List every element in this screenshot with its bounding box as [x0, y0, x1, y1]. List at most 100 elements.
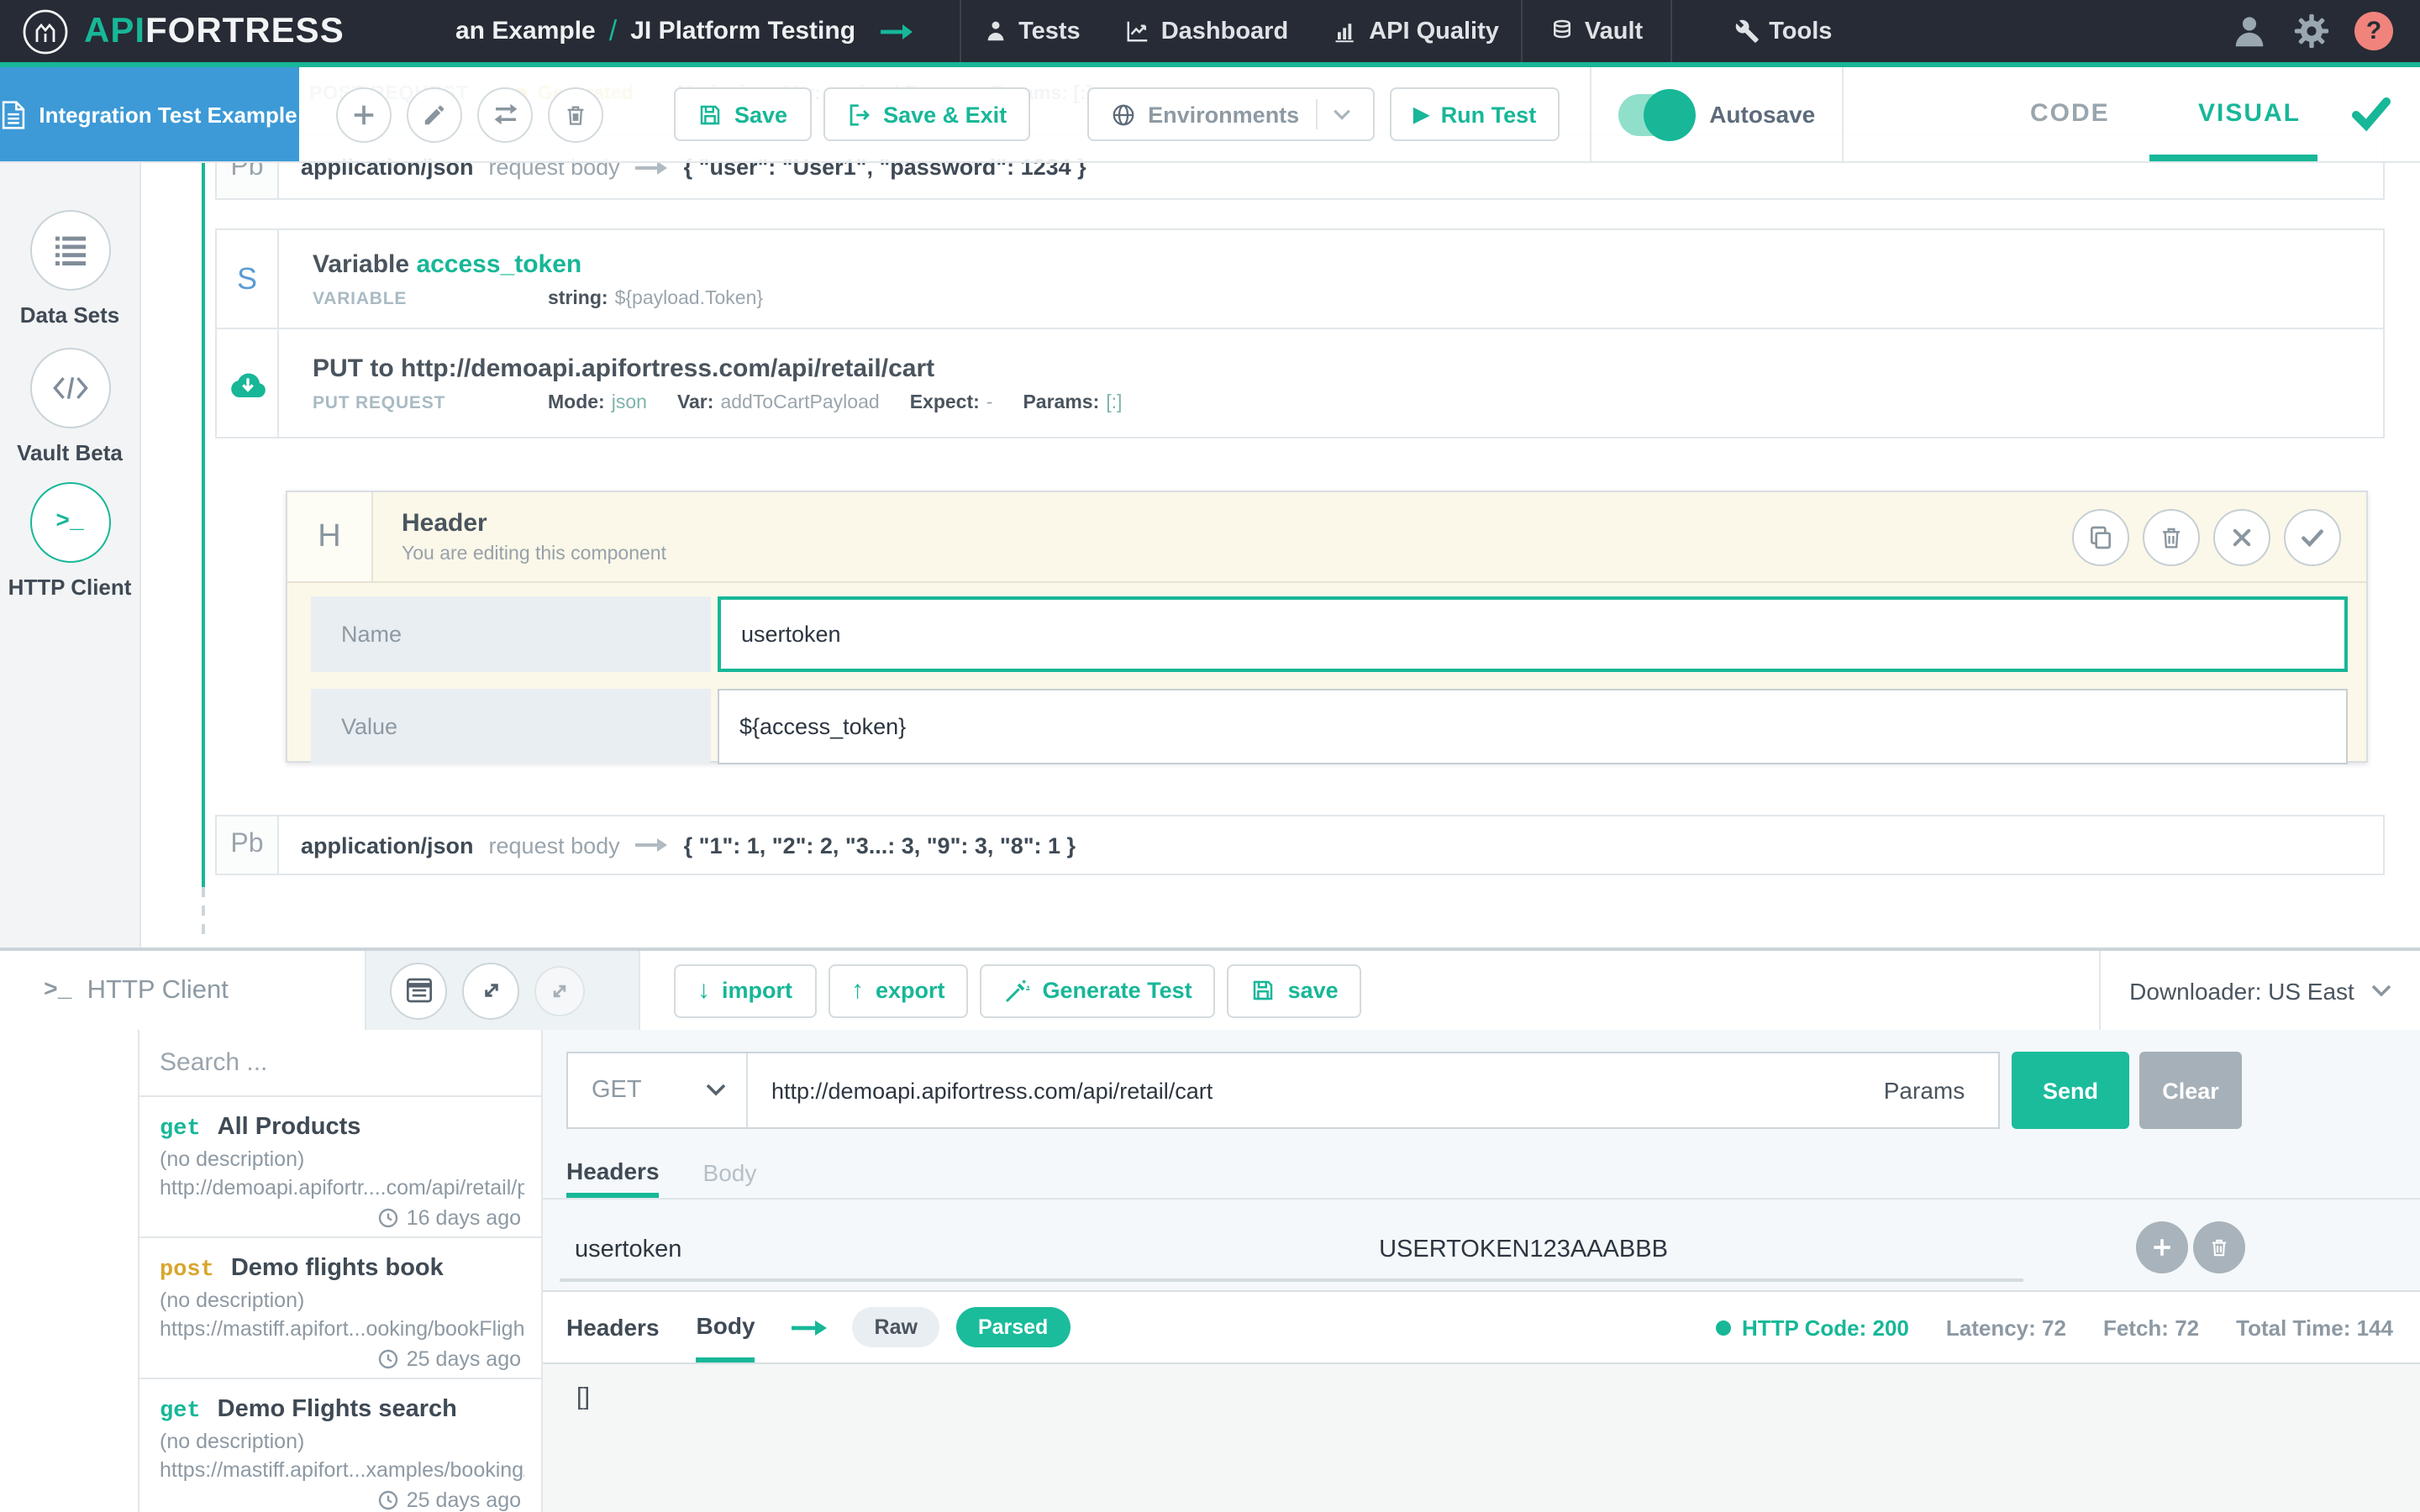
response-json: [] — [576, 1384, 590, 1411]
parsed-view-button[interactable]: Parsed — [956, 1307, 1070, 1347]
confirm-edit-button[interactable] — [2284, 508, 2341, 565]
test-editor-canvas: POST REQUEST Generated Mode: json Var: p… — [139, 161, 2420, 948]
apifortress-logo[interactable]: APIFORTRESS — [0, 8, 378, 55]
environments-dropdown[interactable]: Environments — [1087, 87, 1375, 141]
reorder-components-button[interactable] — [477, 87, 533, 142]
http-client-title: >_ HTTP Client — [0, 951, 366, 1030]
cloud-download-icon — [228, 368, 266, 398]
header-value-field: Value — [311, 689, 2348, 764]
copy-icon — [2087, 523, 2114, 550]
add-component-button[interactable] — [336, 87, 392, 142]
header-badge: H — [287, 492, 373, 581]
edit-test-button[interactable] — [407, 87, 462, 142]
delete-test-button[interactable] — [548, 87, 603, 142]
tab-visual[interactable]: VISUAL — [2198, 67, 2301, 160]
clear-button[interactable]: Clear — [2139, 1052, 2242, 1129]
delete-header-button[interactable] — [2193, 1221, 2245, 1273]
generate-test-button[interactable]: Generate Test — [981, 963, 1216, 1017]
tab-request-headers[interactable]: Headers — [566, 1147, 660, 1198]
history-search-input[interactable] — [139, 1047, 541, 1079]
put-request-component-row[interactable]: PUT to http://demoapi.apifortress.com/ap… — [215, 328, 2385, 438]
toolbar-divider — [1590, 67, 1591, 161]
save-exit-button[interactable]: Save & Exit — [823, 87, 1030, 141]
response-body-area: [] — [543, 1364, 2420, 1512]
history-item-demo-flights-book[interactable]: postDemo flights book (no description) h… — [139, 1238, 541, 1379]
plus-icon — [351, 102, 376, 127]
import-button[interactable]: ↓import — [674, 963, 816, 1017]
tab-response-headers[interactable]: Headers — [566, 1292, 660, 1362]
sidebar-item-data-sets[interactable]: Data Sets — [0, 210, 139, 328]
export-button[interactable]: ↑export — [828, 963, 969, 1017]
nav-tests[interactable]: Tests — [961, 0, 1102, 62]
pencil-icon — [422, 102, 447, 127]
clock-icon — [378, 1349, 398, 1369]
api-quality-icon — [1332, 18, 1359, 44]
toggle-history-button[interactable] — [390, 962, 447, 1019]
document-icon — [2, 100, 25, 129]
trash-icon — [2208, 1236, 2230, 1258]
save-request-button[interactable]: save — [1228, 963, 1362, 1017]
status-dot — [1717, 1320, 1732, 1335]
variable-component-row[interactable]: S Variable access_token VARIABLE string:… — [215, 228, 2385, 329]
request-url-input[interactable] — [748, 1076, 1850, 1105]
environments-chevron[interactable] — [1316, 99, 1351, 129]
component-guide-line — [202, 134, 205, 887]
add-header-button[interactable] — [2136, 1221, 2188, 1273]
floppy-icon — [1251, 978, 1276, 1003]
clock-icon — [378, 1208, 398, 1228]
save-button[interactable]: Save — [674, 87, 811, 141]
header-editor-subtitle: You are editing this component — [402, 544, 666, 564]
history-item-demo-flights-search[interactable]: getDemo Flights search (no description) … — [139, 1379, 541, 1512]
header-value-input[interactable] — [718, 689, 2348, 764]
chevron-down-icon — [706, 1084, 726, 1097]
check-icon — [2299, 523, 2326, 550]
params-button[interactable]: Params — [1850, 1053, 1998, 1127]
run-test-button[interactable]: ▶ Run Test — [1390, 87, 1560, 141]
tab-code[interactable]: CODE — [2030, 67, 2110, 160]
header-editor-title: Header — [402, 509, 666, 538]
header-name-input[interactable] — [718, 596, 2348, 672]
delete-component-button[interactable] — [2143, 508, 2200, 565]
cancel-edit-button[interactable] — [2213, 508, 2270, 565]
nav-tools[interactable]: Tools — [1712, 0, 1854, 62]
gear-icon[interactable] — [2292, 12, 2331, 50]
method-badge: get — [160, 1399, 201, 1425]
autosave-toggle[interactable] — [1618, 93, 1686, 135]
send-button[interactable]: Send — [2012, 1052, 2129, 1129]
tab-request-body[interactable]: Body — [703, 1147, 757, 1198]
dashboard-icon — [1124, 18, 1151, 44]
trash-icon — [563, 102, 588, 127]
nav-dashboard[interactable]: Dashboard — [1102, 0, 1311, 62]
duplicate-component-button[interactable] — [2072, 508, 2129, 565]
expand-panel-button[interactable] — [462, 962, 519, 1019]
raw-view-button[interactable]: Raw — [853, 1307, 939, 1347]
tab-integration-test-example[interactable]: Integration Test Example — [0, 67, 299, 161]
data-sets-icon — [53, 235, 87, 265]
exit-icon — [846, 102, 871, 127]
sidebar-item-http-client[interactable]: >_ HTTP Client — [0, 482, 139, 600]
downloader-select[interactable]: Downloader: US East — [2099, 951, 2420, 1030]
user-icon[interactable] — [2230, 12, 2269, 50]
method-select[interactable]: GET — [568, 1053, 748, 1127]
value-field-label: Value — [311, 689, 711, 764]
editor-sidebar: Data Sets Vault Beta >_ HTTP Client — [0, 161, 141, 948]
tab-response-body[interactable]: Body — [697, 1292, 755, 1362]
nav-vault[interactable]: Vault — [1521, 0, 1671, 62]
sidebar-item-vault-beta[interactable]: Vault Beta — [0, 348, 139, 465]
help-icon[interactable]: ? — [2354, 12, 2393, 50]
collapse-panel-button[interactable] — [534, 965, 585, 1016]
history-item-all-products[interactable]: getAll Products (no description) http://… — [139, 1097, 541, 1238]
history-search — [139, 1030, 541, 1097]
header-key-input[interactable] — [560, 1221, 1032, 1282]
nav-api-quality[interactable]: API Quality — [1310, 0, 1521, 62]
http-status: HTTP Code: 200 — [1717, 1315, 1909, 1340]
breadcrumb-test[interactable]: JI Platform Testing — [630, 17, 855, 45]
set-variable-badge: S — [217, 230, 279, 328]
header-value-input[interactable] — [1023, 1221, 2023, 1282]
trash-icon — [2158, 523, 2185, 550]
breadcrumb-project[interactable]: an Example — [455, 17, 596, 45]
request-body-row[interactable]: Pb application/json request body { "1": … — [215, 815, 2385, 875]
apifortress-app: APIFORTRESS an Example / JI Platform Tes… — [0, 0, 2420, 1512]
request-history-pane: getAll Products (no description) http://… — [139, 1030, 543, 1512]
editor-toolbar: Integration Test Example Save Save & Exi… — [0, 67, 2420, 163]
